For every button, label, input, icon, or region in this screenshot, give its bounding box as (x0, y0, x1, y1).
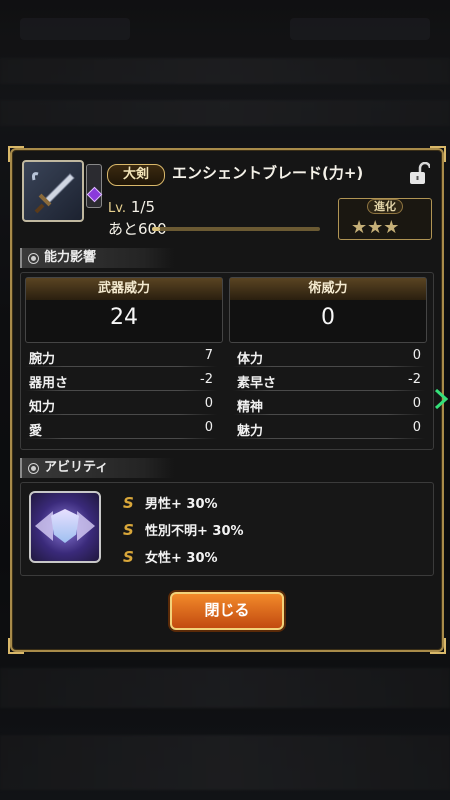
exp-bar (152, 227, 320, 231)
ability-symbol-icon: S (123, 494, 134, 512)
lock-icon[interactable] (408, 161, 432, 186)
section-marker-icon (28, 253, 39, 264)
stat-row: 腕力 7 (21, 345, 221, 367)
exp-bar-fill (152, 227, 161, 231)
level-prefix: Lv. (108, 201, 127, 216)
ability-text: 女性+ 30% (145, 551, 218, 566)
stat-value: -2 (408, 372, 421, 387)
chevron-right-icon[interactable] (434, 388, 449, 410)
stat-row: 体力 0 (229, 345, 429, 367)
magic-power-label: 術威力 (230, 278, 426, 300)
stat-label: 器用さ (29, 376, 69, 391)
ability-section-title: アビリティ (20, 458, 174, 478)
section-marker-icon (28, 463, 39, 474)
stats-section-title: 能力影響 (20, 248, 174, 268)
ability-box: S 男性+ 30% S 性別不明+ 30% S 女性+ 30% (20, 482, 434, 576)
evolution-box[interactable]: 進化 ★★★ (338, 198, 432, 240)
sword-icon (22, 160, 84, 222)
frame-corner (8, 146, 24, 162)
ability-text: 男性+ 30% (145, 497, 218, 512)
stat-label: 愛 (29, 424, 43, 439)
winged-shield-icon[interactable] (29, 491, 101, 563)
stat-value: 0 (412, 420, 421, 435)
stat-row: 器用さ -2 (21, 369, 221, 391)
stat-label: 知力 (29, 400, 56, 415)
weapon-name: エンシェントブレード(力+) (172, 164, 364, 182)
ability-symbol-icon: S (123, 548, 134, 566)
stat-row: 魅力 0 (229, 417, 429, 439)
stat-row: 知力 0 (21, 393, 221, 415)
weapon-detail-panel: 大剣 エンシェントブレード(力+) Lv. 1/5 あと600 進化 ★★★ 能… (8, 146, 446, 654)
frame-corner (430, 146, 446, 162)
stat-row: 素早さ -2 (229, 369, 429, 391)
evolution-stars: ★★★ (351, 217, 400, 238)
stat-value: -2 (200, 372, 213, 387)
ability-section-label: アビリティ (44, 460, 109, 475)
ability-item: S 男性+ 30% (123, 493, 218, 512)
stat-label: 腕力 (29, 352, 56, 367)
stat-label: 素早さ (237, 376, 277, 391)
stat-value: 0 (204, 396, 213, 411)
stat-row: 精神 0 (229, 393, 429, 415)
stat-value: 0 (412, 348, 421, 363)
stat-label: 体力 (237, 352, 264, 367)
magic-power-value: 0 (321, 305, 335, 330)
stats-section-label: 能力影響 (44, 250, 97, 265)
stat-value: 0 (412, 396, 421, 411)
stats-box: 武器威力 24 術威力 0 腕力 7 器用さ -2 知力 0 愛0 体力 0 素早さ -2… (20, 272, 434, 450)
gem-icon (86, 186, 103, 203)
weapon-level: Lv. 1/5 (108, 198, 155, 216)
stat-row: 愛0 (21, 417, 221, 439)
stat-value: 0 (204, 420, 213, 435)
stat-label: 魅力 (237, 424, 264, 439)
close-button[interactable]: 閉じる (170, 592, 284, 630)
gem-slot (86, 164, 103, 208)
weapon-power-label: 武器威力 (26, 278, 222, 300)
stat-label: 精神 (237, 400, 264, 415)
magic-power-box: 術威力 0 (229, 277, 427, 343)
frame-corner (8, 638, 24, 654)
ability-text: 性別不明+ 30% (145, 524, 244, 539)
weapon-power-value: 24 (110, 305, 138, 330)
level-value: 1/5 (130, 198, 155, 216)
ability-item: S 性別不明+ 30% (123, 520, 244, 539)
ability-symbol-icon: S (123, 521, 134, 539)
weapon-power-box: 武器威力 24 (25, 277, 223, 343)
evolution-label: 進化 (367, 199, 403, 214)
ability-item: S 女性+ 30% (123, 547, 218, 566)
stat-value: 7 (204, 348, 213, 363)
frame-corner (430, 638, 446, 654)
weapon-type-badge: 大剣 (107, 164, 165, 186)
